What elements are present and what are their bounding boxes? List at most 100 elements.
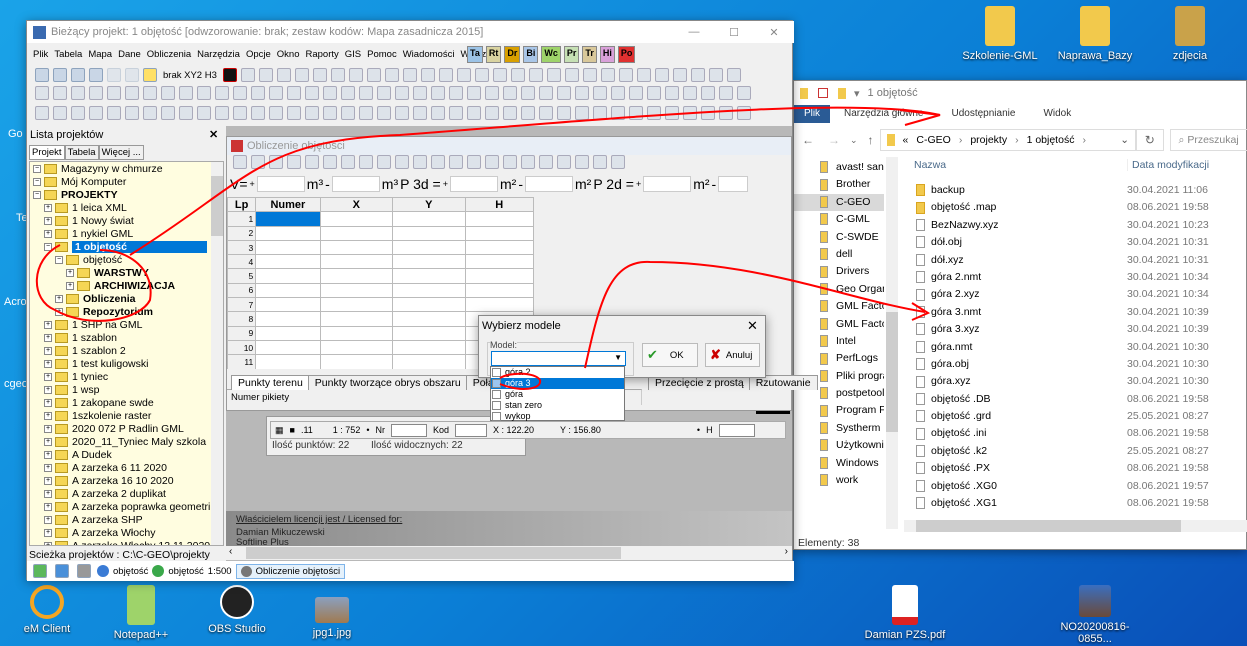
edit-tool-icon[interactable] (593, 86, 607, 100)
file-row[interactable]: góra.nmt 30.04.2021 10:30 (916, 339, 1236, 356)
grid-icon[interactable]: ▦ (275, 425, 284, 436)
expand-icon[interactable]: + (44, 373, 52, 382)
checkbox[interactable] (492, 412, 501, 421)
file-row[interactable]: góra 2.nmt 30.04.2021 10:34 (916, 269, 1236, 286)
grid-cell[interactable] (464, 211, 535, 227)
file-row[interactable]: góra 2.xyz 30.04.2021 10:34 (916, 286, 1236, 303)
expand-icon[interactable]: − (55, 256, 63, 265)
layer-tool-icon[interactable] (305, 106, 319, 120)
draw-tool-icon[interactable] (384, 68, 399, 82)
grid-cell[interactable] (319, 254, 394, 270)
new-folder-icon[interactable] (838, 87, 846, 99)
nav-item[interactable]: C-GML (794, 211, 884, 228)
desktop-icon-obs[interactable]: OBS Studio (192, 585, 282, 635)
tab-0[interactable]: Punkty terenu (231, 375, 310, 390)
tree-item[interactable]: − Magazyny w chmurze (33, 163, 223, 176)
layer-tool-icon[interactable] (89, 106, 103, 120)
draw-tool-icon[interactable] (672, 68, 687, 82)
edit-tool-icon[interactable] (215, 86, 229, 100)
volume-tool-icon[interactable] (413, 155, 427, 169)
draw-tool-icon[interactable] (258, 68, 273, 82)
mdi-hscrollbar[interactable]: ‹ › (226, 546, 792, 560)
layer-tool-icon[interactable] (611, 106, 625, 120)
layer-tool-icon[interactable] (53, 106, 67, 120)
nav-item[interactable]: C-SWDE (794, 229, 884, 246)
grid-cell[interactable] (392, 239, 466, 256)
draw-tool-icon[interactable] (618, 68, 633, 82)
file-row[interactable]: objętość .PX 08.06.2021 19:58 (916, 460, 1236, 477)
menu-plik[interactable]: Plik (33, 49, 48, 60)
column-header-numer[interactable]: Numer (255, 197, 321, 213)
tree-scrollbar[interactable] (211, 162, 223, 545)
tree-item[interactable]: +1 tyniec (33, 371, 223, 384)
layer-tool-icon[interactable] (485, 106, 499, 120)
layer-tool-icon[interactable] (539, 106, 553, 120)
tree-item[interactable]: +1 zakopane swde (33, 397, 223, 410)
tab-wiecej[interactable]: Więcej ... (98, 145, 144, 160)
layer-tool-icon[interactable] (719, 106, 733, 120)
area2d-minus-input[interactable] (718, 176, 749, 192)
tree-item[interactable]: + A zarzeka Włochy (33, 527, 223, 540)
nav-item[interactable]: GML Factory (794, 298, 884, 315)
checkbox[interactable] (492, 401, 501, 410)
h-input[interactable] (718, 423, 755, 437)
plugin-button-wc[interactable]: Wc (541, 46, 561, 63)
file-row[interactable]: dół.obj 30.04.2021 10:31 (916, 234, 1236, 251)
file-row[interactable]: objętość .DB 08.06.2021 19:58 (916, 391, 1236, 408)
edit-tool-icon[interactable] (503, 86, 517, 100)
tree-item[interactable]: − objętość (33, 254, 223, 267)
tab-projekt[interactable]: Projekt (29, 145, 65, 160)
expand-icon[interactable]: + (44, 412, 52, 421)
tree-item[interactable]: + Repozytorium (33, 306, 223, 319)
grid-cell[interactable] (464, 254, 535, 270)
edit-tool-icon[interactable] (53, 86, 67, 100)
coordinate-system-label[interactable]: brak XY2 H3 (163, 70, 217, 81)
expand-icon[interactable]: + (44, 386, 52, 395)
edit-tool-icon[interactable] (575, 86, 589, 100)
layer-tool-icon[interactable] (737, 106, 751, 120)
expand-icon[interactable]: + (44, 360, 52, 369)
grid-cell[interactable] (319, 325, 394, 341)
desktop-icon-pdf[interactable]: Damian PZS.pdf (860, 585, 950, 641)
file-row[interactable]: dół.xyz 30.04.2021 10:31 (916, 252, 1236, 269)
grid-cell[interactable] (255, 211, 321, 227)
edit-tool-icon[interactable] (269, 86, 283, 100)
layer-tool-icon[interactable] (647, 106, 661, 120)
edit-tool-icon[interactable] (737, 86, 751, 100)
layer-tool-icon[interactable] (269, 106, 283, 120)
horizontal-scrollbar[interactable] (904, 520, 1247, 532)
volume-tool-icon[interactable] (305, 155, 319, 169)
tree-item[interactable]: + ARCHIWIZACJA (33, 280, 223, 293)
menu-gis[interactable]: GIS (345, 49, 361, 60)
draw-tool-icon[interactable] (438, 68, 453, 82)
plugin-button-ta[interactable]: Ta (467, 46, 483, 63)
checkbox[interactable] (492, 379, 501, 388)
grid-cell[interactable] (255, 282, 321, 299)
expand-icon[interactable]: + (44, 230, 52, 239)
menu-pomoc[interactable]: Pomoc (367, 49, 397, 60)
export-icon[interactable] (71, 68, 85, 82)
quick-access-dropdown-icon[interactable]: ▾ (854, 87, 860, 100)
expand-icon[interactable]: + (44, 399, 52, 408)
recent-dropdown-icon[interactable]: ⌄ (850, 135, 858, 146)
expand-icon[interactable]: + (44, 451, 52, 460)
column-header-name[interactable]: Nazwa (914, 159, 946, 171)
layer-tool-icon[interactable] (323, 106, 337, 120)
layer-tool-icon[interactable] (665, 106, 679, 120)
layer-tool-icon[interactable] (35, 106, 49, 120)
edit-tool-icon[interactable] (467, 86, 481, 100)
draw-tool-icon[interactable] (420, 68, 435, 82)
menu-dane[interactable]: Dane (118, 49, 141, 60)
status-active-window[interactable]: Obliczenie objętości (235, 563, 346, 579)
grid-cell[interactable] (392, 297, 466, 313)
tree-item[interactable]: + A zarzeka 16 10 2020 (33, 475, 223, 488)
edit-tool-icon[interactable] (233, 86, 247, 100)
tab-1[interactable]: Punkty tworzące obrys obszaru (307, 375, 468, 390)
desktop-icon-emclient[interactable]: eM Client (2, 585, 92, 635)
edit-tool-icon[interactable] (665, 86, 679, 100)
edit-tool-icon[interactable] (719, 86, 733, 100)
nav-item[interactable]: Systherm Info (794, 420, 884, 437)
expand-icon[interactable]: + (44, 477, 52, 486)
menu-mapa[interactable]: Mapa (88, 49, 112, 60)
tree-item[interactable]: +1szkolenie raster (33, 410, 223, 423)
